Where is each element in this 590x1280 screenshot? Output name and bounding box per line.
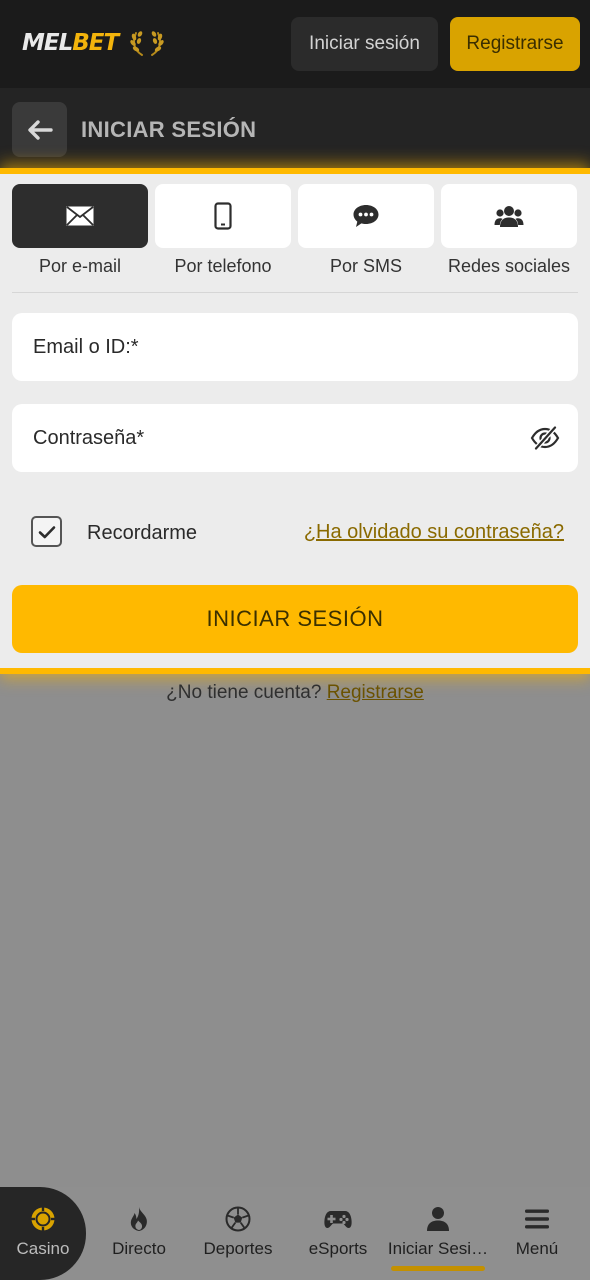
- tab-phone[interactable]: [155, 184, 291, 248]
- envelope-icon: [66, 206, 94, 226]
- nav-directo-label: Directo: [112, 1239, 166, 1258]
- nav-casino-label: Casino: [16, 1239, 70, 1258]
- tab-email[interactable]: [12, 184, 148, 248]
- bottom-nav: Casino Directo Deportes eSports Iniciar …: [0, 1187, 590, 1280]
- melbet-logo[interactable]: MELBET: [22, 28, 166, 58]
- tab-email-label: Por e-mail: [38, 256, 122, 276]
- no-account-prompt: ¿No tiene cuenta? Registrarse: [0, 682, 590, 704]
- nav-deportes[interactable]: Deportes: [193, 1187, 283, 1280]
- arrow-left-icon: [27, 119, 53, 140]
- nav-login-label: Iniciar Sesi…: [387, 1239, 489, 1258]
- checkmark-icon: [38, 525, 55, 538]
- soccer-ball-icon: [225, 1206, 251, 1232]
- remember-checkbox[interactable]: [31, 516, 62, 547]
- hamburger-icon: [525, 1209, 549, 1229]
- logo-text-mel: MEL: [22, 30, 73, 56]
- gamepad-icon: [324, 1211, 352, 1228]
- eye-slash-icon[interactable]: [530, 426, 560, 450]
- users-icon: [494, 206, 524, 227]
- email-input[interactable]: [12, 313, 578, 381]
- tab-sms[interactable]: [298, 184, 434, 248]
- tab-phone-label: Por telefono: [174, 256, 272, 276]
- remember-label[interactable]: Recordarme: [87, 522, 197, 545]
- active-tab-indicator: [391, 1266, 485, 1271]
- nav-esports-label: eSports: [308, 1239, 368, 1258]
- sms-icon: [353, 205, 379, 227]
- submit-login-button[interactable]: INICIAR SESIÓN: [12, 585, 578, 653]
- page-title: INICIAR SESIÓN: [81, 117, 257, 142]
- nav-directo[interactable]: Directo: [96, 1187, 182, 1280]
- phone-icon: [214, 202, 232, 230]
- nav-deportes-label: Deportes: [203, 1239, 273, 1258]
- register-link[interactable]: Registrarse: [327, 682, 424, 703]
- laurel-icon: [130, 31, 164, 56]
- register-button[interactable]: Registrarse: [450, 17, 580, 71]
- tab-social[interactable]: [441, 184, 577, 248]
- password-field: [12, 404, 578, 472]
- user-icon: [427, 1207, 449, 1231]
- logo-text-bet: BET: [72, 30, 119, 56]
- nav-menu[interactable]: Menú: [494, 1187, 580, 1280]
- page-header: INICIAR SESIÓN: [0, 88, 590, 168]
- divider: [12, 292, 578, 293]
- login-panel: Por e-mail Por telefono Por SMS Redes so…: [0, 168, 590, 674]
- tab-social-label: Redes sociales: [447, 256, 571, 276]
- nav-esports[interactable]: eSports: [293, 1187, 383, 1280]
- login-button[interactable]: Iniciar sesión: [291, 17, 438, 71]
- casino-chip-icon: [31, 1207, 55, 1231]
- forgot-password-link[interactable]: ¿Ha olvidado su contraseña?: [304, 521, 564, 544]
- back-button[interactable]: [12, 102, 67, 157]
- no-account-text: ¿No tiene cuenta?: [166, 682, 322, 703]
- password-input[interactable]: [12, 404, 578, 472]
- nav-menu-label: Menú: [515, 1239, 559, 1258]
- nav-casino[interactable]: Casino: [0, 1187, 86, 1280]
- email-field: [12, 313, 578, 381]
- top-header: MELBET Iniciar sesión Registrarse: [0, 0, 590, 88]
- flame-icon: [130, 1207, 147, 1231]
- tab-sms-label: Por SMS: [329, 256, 403, 276]
